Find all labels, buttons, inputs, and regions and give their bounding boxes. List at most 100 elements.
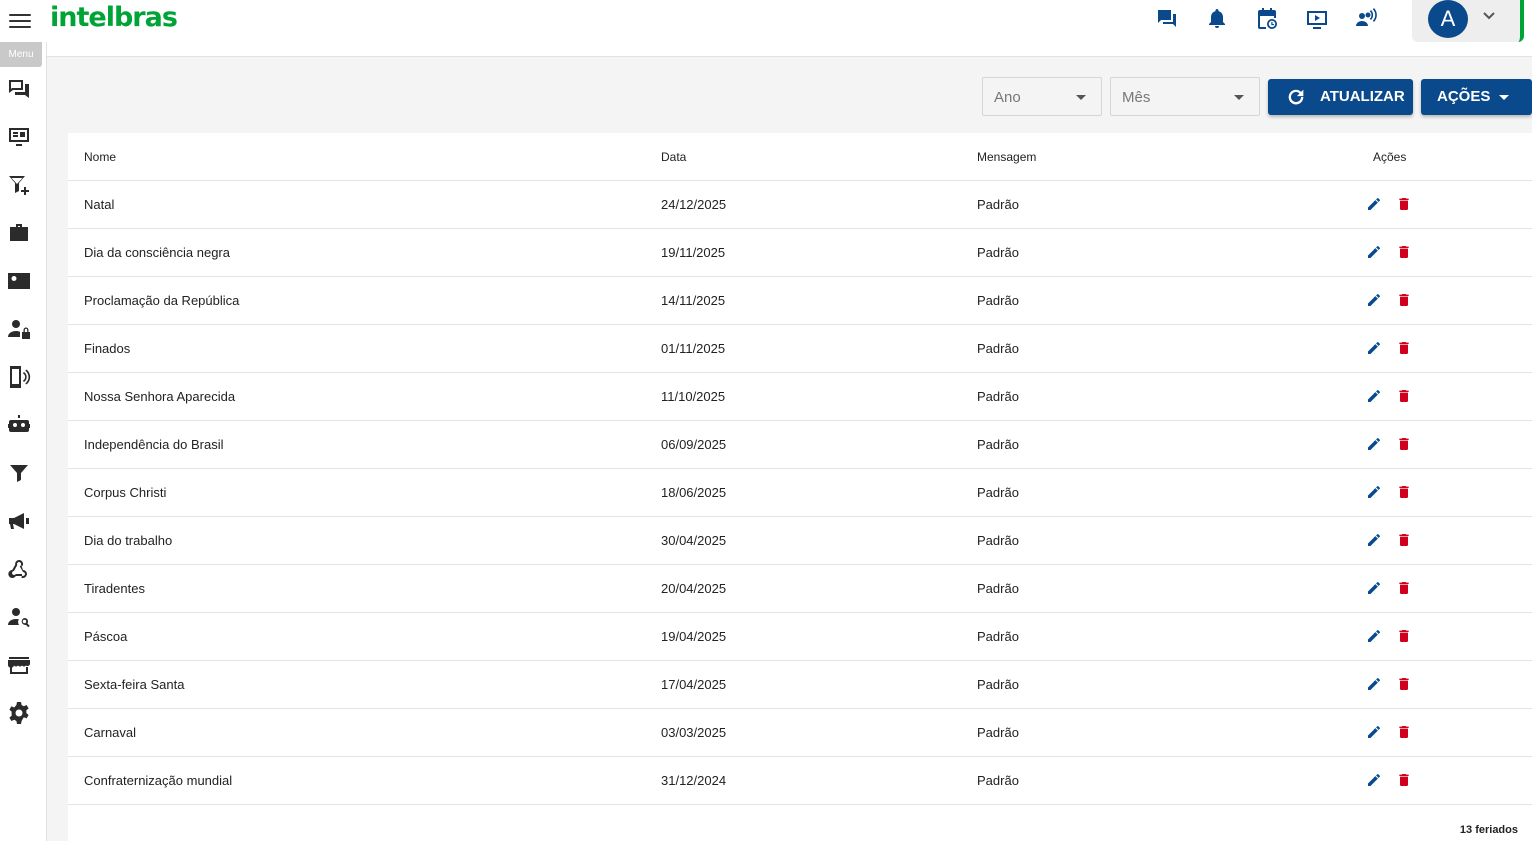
holiday-name: Nossa Senhora Aparecida — [84, 389, 236, 404]
bell-icon[interactable] — [1200, 6, 1234, 32]
table-row[interactable]: Confraternização mundial 31/12/2024 Padrão — [68, 757, 1532, 805]
filter-add-icon[interactable] — [7, 173, 31, 197]
menu-label: Menu — [0, 42, 42, 67]
table-row[interactable]: Nossa Senhora Aparecida 11/10/2025 Padrão — [68, 373, 1532, 421]
edit-icon[interactable] — [1366, 340, 1382, 356]
month-select[interactable]: Mês — [1110, 77, 1260, 116]
holiday-date: 06/09/2025 — [661, 437, 727, 452]
edit-icon[interactable] — [1366, 388, 1382, 404]
edit-icon[interactable] — [1366, 628, 1382, 644]
filter-icon[interactable] — [7, 461, 31, 485]
year-select[interactable]: Ano — [982, 77, 1102, 116]
actions-button[interactable]: AÇÕES — [1421, 79, 1532, 115]
delete-icon[interactable] — [1396, 196, 1412, 212]
holiday-message: Padrão — [977, 389, 1019, 404]
hamburger-menu-icon[interactable] — [9, 10, 31, 28]
table-row[interactable]: Natal 24/12/2025 Padrão — [68, 181, 1532, 229]
delete-icon[interactable] — [1396, 628, 1412, 644]
table-row[interactable]: Dia do trabalho 30/04/2025 Padrão — [68, 517, 1532, 565]
holiday-message: Padrão — [977, 437, 1019, 452]
caret-down-icon — [1076, 95, 1086, 100]
holiday-date: 11/10/2025 — [661, 389, 726, 404]
table-row[interactable]: Carnaval 03/03/2025 Padrão — [68, 709, 1532, 757]
column-header-name[interactable]: Nome — [84, 150, 116, 164]
robot-icon[interactable] — [7, 413, 31, 437]
holiday-count: 13 feriados — [1459, 824, 1518, 836]
table-row[interactable]: Finados 01/11/2025 Padrão — [68, 325, 1532, 373]
delete-icon[interactable] — [1396, 580, 1412, 596]
delete-icon[interactable] — [1396, 532, 1412, 548]
column-header-message[interactable]: Mensagem — [977, 150, 1036, 164]
holiday-date: 03/03/2025 — [661, 725, 727, 740]
table-row[interactable]: Corpus Christi 18/06/2025 Padrão — [68, 469, 1532, 517]
holiday-message: Padrão — [977, 629, 1019, 644]
contact-card-icon[interactable] — [7, 269, 31, 293]
edit-icon[interactable] — [1366, 196, 1382, 212]
chat-icon[interactable] — [1150, 6, 1184, 32]
intelbras-logo[interactable]: intelbras — [50, 2, 178, 33]
edit-icon[interactable] — [1366, 676, 1382, 692]
webhook-icon[interactable] — [7, 557, 31, 581]
sidebar-chat-icon[interactable] — [7, 77, 31, 101]
holiday-name: Carnaval — [84, 725, 137, 740]
holiday-name: Dia da consciência negra — [84, 245, 230, 260]
delete-icon[interactable] — [1396, 676, 1412, 692]
holiday-date: 24/12/2025 — [661, 197, 727, 212]
table-row[interactable]: Tiradentes 20/04/2025 Padrão — [68, 565, 1532, 613]
delete-icon[interactable] — [1396, 244, 1412, 260]
table-row[interactable]: Sexta-feira Santa 17/04/2025 Padrão — [68, 661, 1532, 709]
caret-down-icon — [1234, 95, 1244, 100]
edit-icon[interactable] — [1366, 532, 1382, 548]
edit-icon[interactable] — [1366, 724, 1382, 740]
holiday-message: Padrão — [977, 293, 1019, 308]
delete-icon[interactable] — [1396, 292, 1412, 308]
edit-icon[interactable] — [1366, 580, 1382, 596]
avatar[interactable]: A — [1428, 0, 1468, 38]
edit-icon[interactable] — [1366, 484, 1382, 500]
edit-icon[interactable] — [1366, 292, 1382, 308]
table-row[interactable]: Dia da consciência negra 19/11/2025 Padrão — [68, 229, 1532, 277]
refresh-button[interactable]: ATUALIZAR — [1268, 79, 1413, 115]
table-row[interactable]: Independência do Brasil 06/09/2025 Padrão — [68, 421, 1532, 469]
calendar-clock-icon[interactable] — [1250, 6, 1284, 32]
megaphone-icon[interactable] — [7, 509, 31, 533]
monitor-icon[interactable] — [7, 125, 31, 149]
table-row[interactable]: Páscoa 19/04/2025 Padrão — [68, 613, 1532, 661]
user-menu[interactable]: A — [1412, 0, 1524, 42]
phone-broadcast-icon[interactable] — [7, 365, 31, 389]
gear-icon[interactable] — [7, 701, 31, 725]
edit-icon[interactable] — [1366, 436, 1382, 452]
top-icons — [1150, 6, 1400, 32]
edit-icon[interactable] — [1366, 772, 1382, 788]
actions-button-label: AÇÕES — [1437, 88, 1491, 105]
user-search-icon[interactable] — [7, 605, 31, 629]
table-row[interactable]: Proclamação da República 14/11/2025 Padrão — [68, 277, 1532, 325]
caret-down-icon — [1499, 95, 1509, 100]
holiday-name: Proclamação da República — [84, 293, 240, 308]
month-select-placeholder: Mês — [1122, 89, 1151, 106]
column-header-date[interactable]: Data — [661, 150, 686, 164]
briefcase-icon[interactable] — [7, 221, 31, 245]
edit-icon[interactable] — [1366, 244, 1382, 260]
delete-icon[interactable] — [1396, 340, 1412, 356]
holiday-name: Dia do trabalho — [84, 533, 173, 548]
table-header: Nome Data Mensagem Ações — [68, 133, 1532, 181]
year-select-placeholder: Ano — [994, 89, 1021, 106]
people-voice-icon[interactable] — [1350, 6, 1384, 32]
holiday-name: Finados — [84, 341, 131, 356]
play-screen-icon[interactable] — [1300, 6, 1334, 32]
delete-icon[interactable] — [1396, 484, 1412, 500]
delete-icon[interactable] — [1396, 436, 1412, 452]
delete-icon[interactable] — [1396, 772, 1412, 788]
delete-icon[interactable] — [1396, 388, 1412, 404]
holiday-name: Páscoa — [84, 629, 128, 644]
store-icon[interactable] — [7, 653, 31, 677]
holiday-name: Tiradentes — [84, 581, 145, 596]
user-lock-icon[interactable] — [7, 317, 31, 341]
holiday-name: Independência do Brasil — [84, 437, 224, 452]
holiday-message: Padrão — [977, 725, 1019, 740]
delete-icon[interactable] — [1396, 724, 1412, 740]
chevron-down-icon[interactable] — [1482, 8, 1496, 22]
holiday-date: 19/04/2025 — [661, 629, 727, 644]
holiday-message: Padrão — [977, 533, 1019, 548]
